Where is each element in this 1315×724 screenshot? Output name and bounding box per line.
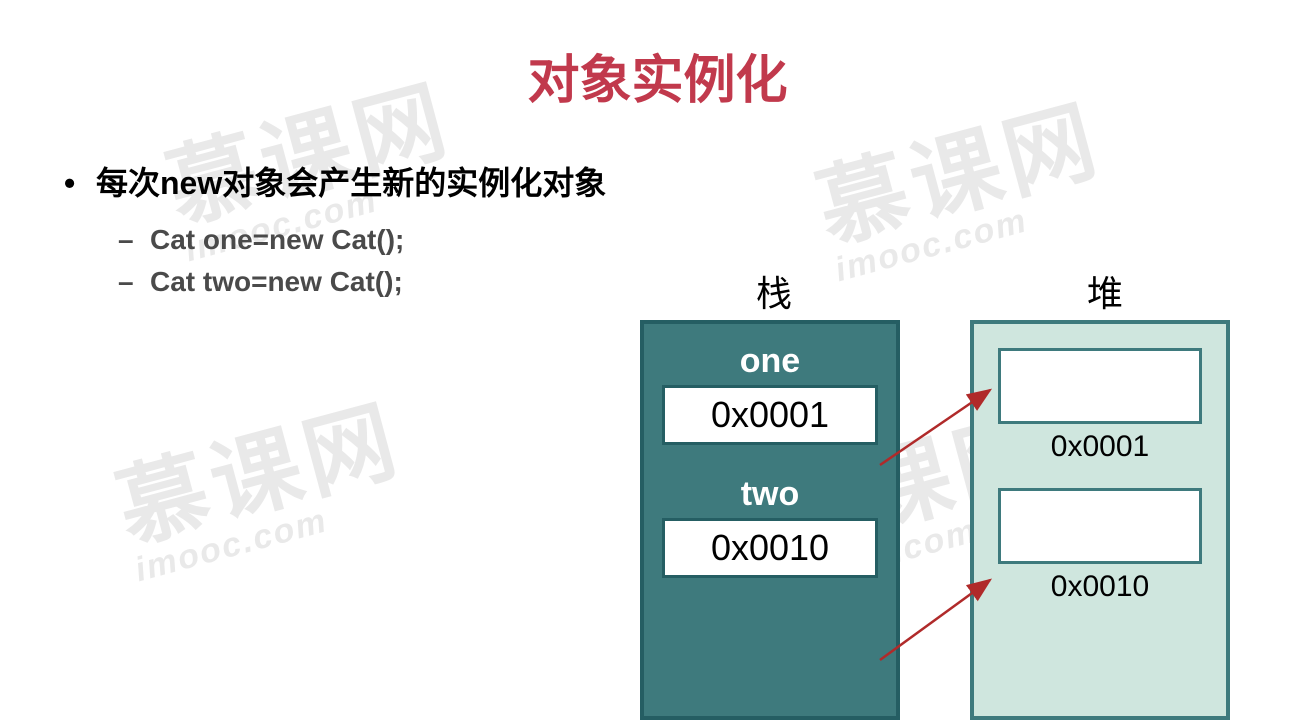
watermark: 慕课网 imooc.com [809, 95, 1120, 290]
bullet-code-2: Cat two=new Cat(); [118, 266, 606, 298]
stack-var-one-label: one [644, 342, 896, 381]
heap-object-1-box [998, 348, 1202, 424]
stack-box: one 0x0001 two 0x0010 [640, 320, 900, 720]
heap-object-2-address: 0x0010 [974, 570, 1226, 604]
watermark-sub: imooc.com [131, 478, 419, 590]
heap-object-2: 0x0010 [974, 488, 1226, 604]
watermark-text: 慕课网 [109, 395, 410, 556]
stack-column-label: 栈 [724, 265, 824, 317]
heap-column-label: 堆 [1055, 265, 1155, 317]
watermark-text: 慕课网 [809, 95, 1110, 256]
stack-slot-two: two 0x0010 [644, 445, 896, 578]
stack-var-one-address: 0x0001 [662, 385, 878, 445]
heap-object-1-address: 0x0001 [974, 430, 1226, 464]
stack-slot-one: one 0x0001 [644, 324, 896, 445]
heap-box: 0x0001 0x0010 [970, 320, 1230, 720]
stack-var-two-label: two [644, 475, 896, 514]
stack-var-two-address: 0x0010 [662, 518, 878, 578]
memory-diagram: 栈 堆 one 0x0001 two 0x0010 0x0001 0x0010 [640, 265, 1300, 724]
bullet-code-1: Cat one=new Cat(); [118, 224, 606, 256]
heap-object-2-box [998, 488, 1202, 564]
bullet-main: 每次new对象会产生新的实例化对象 [70, 158, 606, 204]
heap-object-1: 0x0001 [974, 348, 1226, 464]
watermark: 慕课网 imooc.com [109, 395, 420, 590]
bullet-list: 每次new对象会产生新的实例化对象 Cat one=new Cat(); Cat… [70, 158, 606, 308]
slide-title: 对象实例化 [0, 38, 1315, 113]
